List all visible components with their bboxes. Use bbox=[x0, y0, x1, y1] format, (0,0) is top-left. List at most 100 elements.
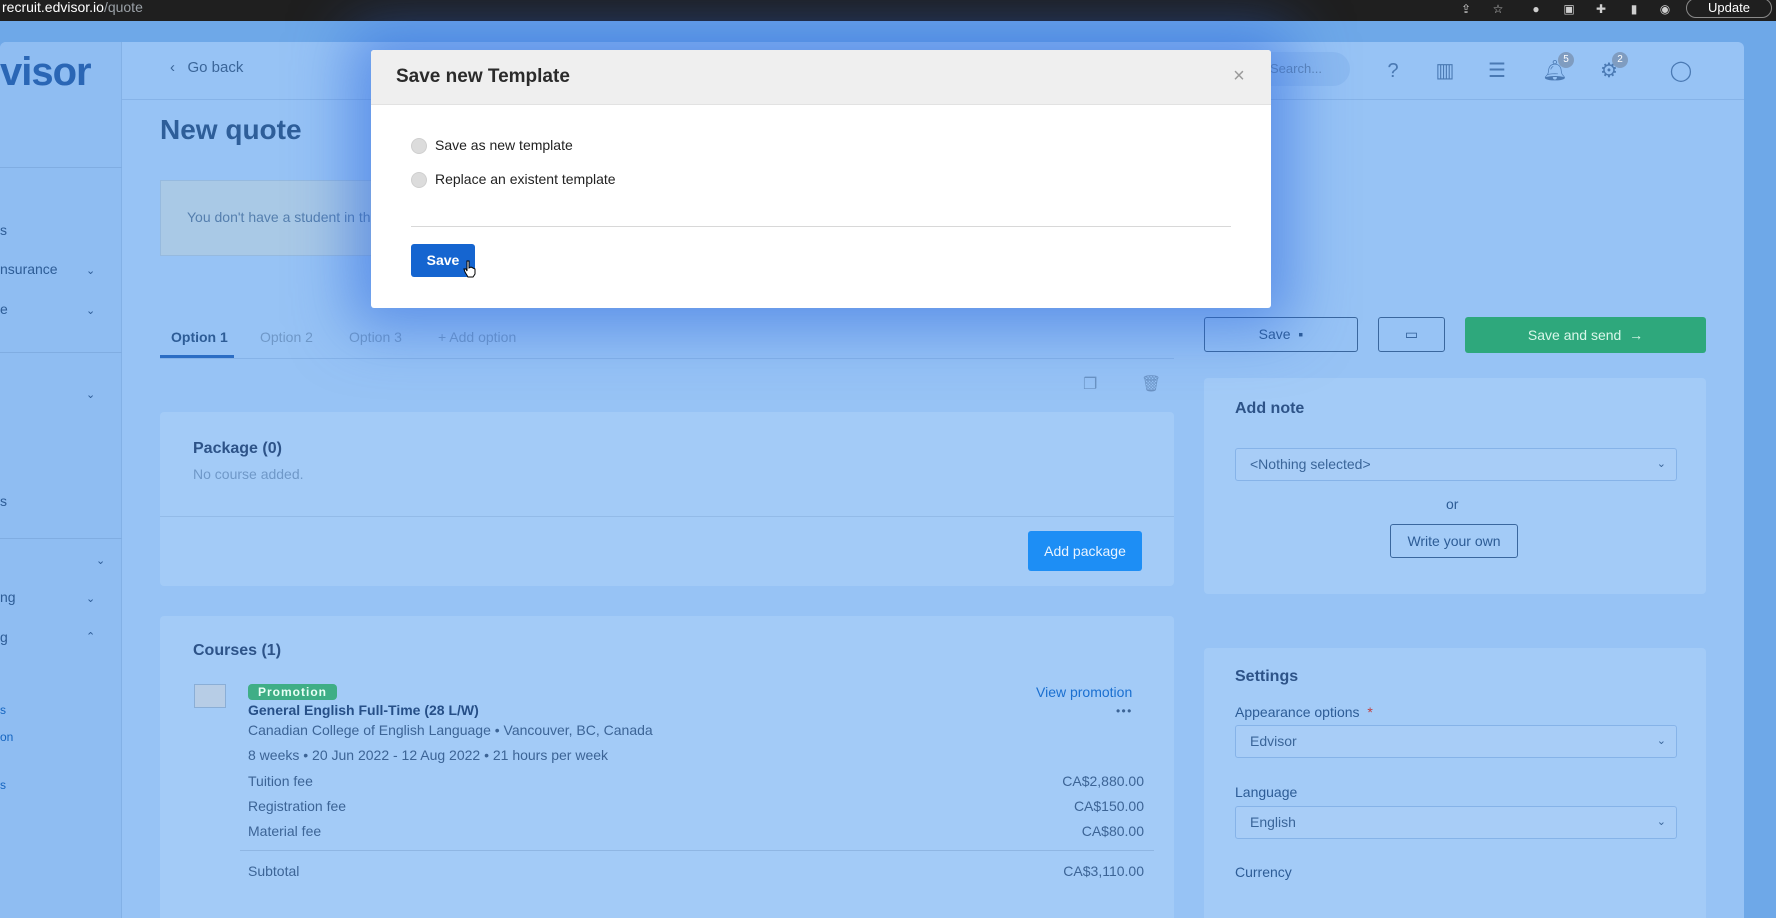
package-title: Package (0) bbox=[193, 440, 282, 457]
language-select[interactable]: English ⌄ bbox=[1235, 806, 1677, 839]
add-package-button[interactable]: Add package bbox=[1028, 531, 1142, 571]
chevron-left-icon: ‹ bbox=[170, 59, 188, 76]
settings-title: Settings bbox=[1235, 668, 1299, 685]
courses-title: Courses (1) bbox=[193, 642, 282, 659]
subtotal-label: Subtotal bbox=[248, 863, 300, 879]
sidebar: visor s nsurance ⌄ e ⌄ ⌄ s ⌄ ng ⌄ g ⌃ s … bbox=[0, 42, 122, 918]
chevron-down-icon: ⌄ bbox=[1656, 735, 1666, 747]
sidebar-item[interactable]: e bbox=[0, 301, 8, 317]
sidebar-item[interactable]: ng bbox=[0, 589, 16, 605]
go-back-link[interactable]: ‹ Go back bbox=[170, 59, 243, 76]
sidebar-divider bbox=[0, 352, 122, 353]
chevron-down-icon: ⌄ bbox=[96, 555, 106, 567]
print-icon: ▭ bbox=[1404, 326, 1419, 342]
print-button[interactable]: ▭ bbox=[1378, 317, 1445, 352]
chevron-down-icon: ⌄ bbox=[86, 593, 96, 605]
radio-replace-existent[interactable] bbox=[411, 172, 427, 188]
trash-icon[interactable]: 🗑︎ bbox=[1141, 374, 1161, 394]
modal-header: Save new Template × bbox=[371, 50, 1271, 105]
package-card: Package (0) No course added. Add package bbox=[160, 412, 1174, 586]
add-note-title: Add note bbox=[1235, 400, 1305, 417]
sidebar-toggle-icon[interactable]: ▮ bbox=[1626, 2, 1642, 16]
bookmark-star-icon[interactable]: ☆ bbox=[1490, 2, 1506, 16]
more-options-icon[interactable]: • • • bbox=[1116, 704, 1131, 718]
appearance-label: Appearance options * bbox=[1235, 704, 1373, 720]
modal-title: Save new Template bbox=[396, 66, 570, 87]
fee-amount: CA$80.00 bbox=[1081, 823, 1144, 839]
chevron-down-icon: ⌄ bbox=[86, 389, 96, 401]
sidebar-item[interactable]: g bbox=[0, 629, 8, 645]
sidebar-item[interactable]: s bbox=[0, 222, 7, 238]
copy-icon[interactable]: ❐ bbox=[1083, 374, 1097, 394]
or-text: or bbox=[1446, 496, 1459, 512]
appearance-value: Edvisor bbox=[1250, 733, 1297, 749]
sidebar-divider bbox=[0, 167, 122, 168]
chevron-up-icon: ⌃ bbox=[86, 631, 96, 643]
required-mark: * bbox=[1367, 704, 1373, 720]
subtotal-amount: CA$3,110.00 bbox=[1063, 863, 1144, 879]
tab-option-3[interactable]: Option 3 bbox=[349, 329, 402, 345]
translate-icon[interactable]: ▣ bbox=[1561, 2, 1577, 16]
checklist-icon[interactable]: ☰ bbox=[1484, 58, 1510, 84]
radio-save-as-new[interactable] bbox=[411, 138, 427, 154]
option-tabs: Option 1 Option 2 Option 3 + Add option bbox=[160, 311, 1174, 359]
extension-icon[interactable]: ● bbox=[1528, 2, 1544, 16]
promotion-badge: Promotion bbox=[248, 684, 337, 700]
view-promotion-link[interactable]: View promotion bbox=[1036, 684, 1132, 700]
note-select[interactable]: <Nothing selected> ⌄ bbox=[1235, 448, 1677, 481]
edvisor-logo: visor bbox=[0, 50, 92, 94]
appearance-select[interactable]: Edvisor ⌄ bbox=[1235, 725, 1677, 758]
user-avatar-icon[interactable]: ◯ bbox=[1668, 58, 1694, 84]
puzzle-icon[interactable]: ✚ bbox=[1593, 2, 1609, 16]
settings-badge: 2 bbox=[1612, 52, 1628, 68]
fee-label: Material fee bbox=[248, 823, 322, 839]
browser-update-button[interactable]: Update bbox=[1686, 0, 1772, 18]
sidebar-link[interactable]: s bbox=[0, 778, 6, 792]
profile-avatar-icon[interactable]: ◉ bbox=[1657, 2, 1673, 16]
help-icon[interactable]: ? bbox=[1380, 58, 1406, 84]
arrow-right-icon: → bbox=[1629, 327, 1644, 343]
add-option-button[interactable]: + Add option bbox=[438, 329, 516, 345]
sidebar-link[interactable]: on bbox=[0, 730, 13, 744]
settings-card: Settings Appearance options * Edvisor ⌄ L… bbox=[1204, 648, 1706, 918]
sidebar-link[interactable]: s bbox=[0, 703, 6, 717]
fee-label: Tuition fee bbox=[248, 773, 313, 789]
sidebar-divider bbox=[0, 538, 122, 539]
chevron-down-icon: ⌄ bbox=[1656, 816, 1666, 828]
note-select-value: <Nothing selected> bbox=[1250, 456, 1371, 472]
course-name: General English Full-Time (28 L/W) bbox=[248, 702, 479, 718]
save-and-send-label: Save and send bbox=[1527, 327, 1622, 343]
courses-card: Courses (1) Promotion View promotion • •… bbox=[160, 616, 1174, 918]
page-title: New quote bbox=[160, 114, 302, 145]
close-icon[interactable]: × bbox=[1229, 66, 1249, 86]
address-bar[interactable]: recruit.edvisor.io/quote bbox=[2, 0, 143, 15]
sidebar-item-insurance[interactable]: nsurance bbox=[0, 261, 58, 277]
tab-option-1[interactable]: Option 1 bbox=[171, 329, 228, 345]
building-icon[interactable]: ▥ bbox=[1432, 58, 1458, 84]
fee-label: Registration fee bbox=[248, 798, 347, 814]
share-icon[interactable]: ⇪ bbox=[1458, 2, 1474, 16]
tab-option-2[interactable]: Option 2 bbox=[260, 329, 313, 345]
chevron-down-icon: ⌄ bbox=[86, 305, 96, 317]
fee-divider bbox=[240, 850, 1154, 851]
package-divider bbox=[160, 516, 1174, 517]
active-tab-indicator bbox=[160, 355, 234, 358]
url-host: recruit.edvisor.io bbox=[2, 0, 104, 15]
save-and-send-button[interactable]: Save and send → bbox=[1465, 317, 1706, 353]
package-empty-text: No course added. bbox=[193, 466, 304, 482]
add-note-card: Add note <Nothing selected> ⌄ or Write yo… bbox=[1204, 378, 1706, 594]
course-dates: 8 weeks • 20 Jun 2022 - 12 Aug 2022 • 21… bbox=[248, 747, 609, 763]
sidebar-item[interactable]: s bbox=[0, 493, 7, 509]
school-logo bbox=[194, 684, 226, 708]
radio-label: Replace an existent template bbox=[435, 171, 616, 187]
save-button[interactable]: Save ▪ bbox=[1204, 317, 1358, 352]
write-your-own-button[interactable]: Write your own bbox=[1390, 524, 1518, 558]
radio-label: Save as new template bbox=[435, 137, 573, 153]
save-template-modal: Save new Template × Save as new template… bbox=[371, 50, 1271, 308]
hand-cursor-icon bbox=[463, 260, 476, 278]
modal-divider bbox=[411, 226, 1231, 227]
floppy-icon: ▪ bbox=[1298, 326, 1304, 342]
language-value: English bbox=[1250, 814, 1296, 830]
browser-toolbar: recruit.edvisor.io/quote ⇪ ☆ ● ▣ ✚ ▮ ◉ U… bbox=[0, 0, 1776, 21]
go-back-label: Go back bbox=[187, 59, 244, 76]
